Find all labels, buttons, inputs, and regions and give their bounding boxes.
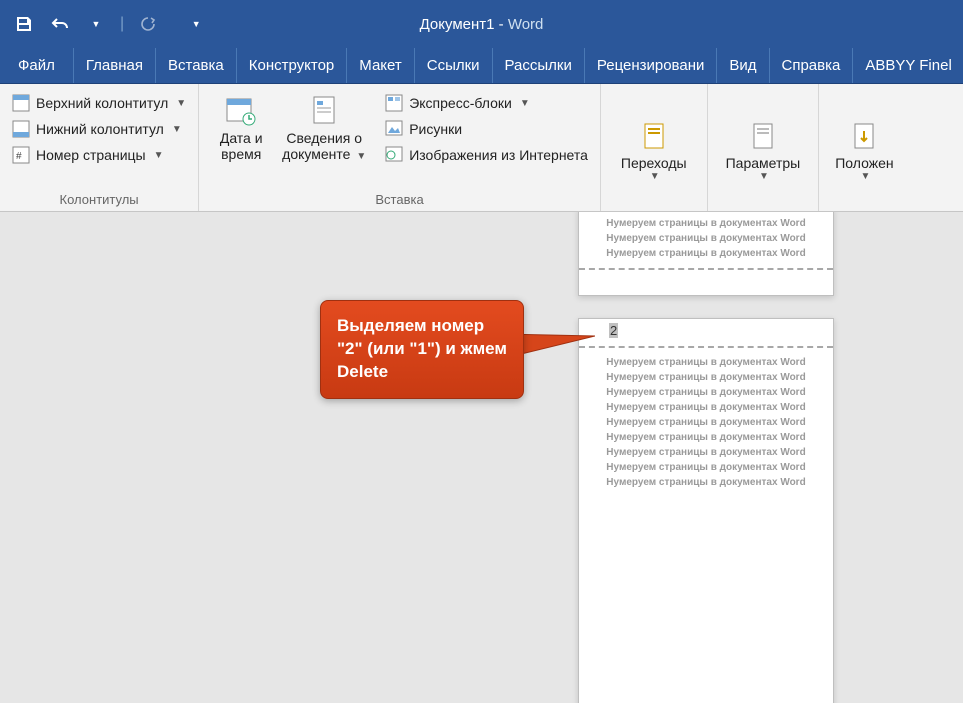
ribbon-group-position: Положен ▼ xyxy=(819,84,909,211)
redo-icon[interactable] xyxy=(136,12,160,36)
titlebar: ▼ | ▼ Документ1 - Word xyxy=(0,0,963,48)
tab-mailings[interactable]: Рассылки xyxy=(493,48,585,83)
options-icon xyxy=(746,119,780,153)
group-label: Колонтитулы xyxy=(8,190,190,211)
callout-text: Выделяем номер "2" (или "1") и жмем Dele… xyxy=(337,316,507,381)
header-icon xyxy=(12,94,30,112)
footer-button[interactable]: Нижний колонтитул ▼ xyxy=(8,118,190,140)
body-text-line: Нумеруем страницы в документах Word xyxy=(599,446,813,459)
calendar-icon xyxy=(224,94,258,128)
selected-page-number: 2 xyxy=(609,323,618,338)
qat-customize-icon[interactable]: ▼ xyxy=(184,12,208,36)
document-page-2: 2 Нумеруем страницы в документах Word Ну… xyxy=(578,318,834,703)
tab-view[interactable]: Вид xyxy=(717,48,769,83)
tab-help[interactable]: Справка xyxy=(770,48,854,83)
options-button[interactable]: Параметры ▼ xyxy=(720,113,807,182)
body-text-line: Нумеруем страницы в документах Word xyxy=(599,476,813,489)
instruction-callout: Выделяем номер "2" (или "1") и жмем Dele… xyxy=(320,300,524,399)
quick-access-toolbar: ▼ | ▼ xyxy=(12,12,208,36)
page-number-field[interactable]: 2 xyxy=(579,319,833,346)
footer-separator xyxy=(579,268,833,270)
tab-abbyy[interactable]: ABBYY Finel xyxy=(853,48,963,83)
tab-layout[interactable]: Макет xyxy=(347,48,414,83)
undo-dropdown-icon[interactable]: ▼ xyxy=(84,12,108,36)
tab-home[interactable]: Главная xyxy=(74,48,156,83)
footer-icon xyxy=(12,120,30,138)
document-info-button[interactable]: Сведения о документе ▼ xyxy=(275,88,373,190)
undo-icon[interactable] xyxy=(48,12,72,36)
document-name: Документ1 xyxy=(420,16,495,33)
tab-insert[interactable]: Вставка xyxy=(156,48,237,83)
ribbon-group-options: Параметры ▼ xyxy=(708,84,820,211)
ribbon: Верхний колонтитул ▼ Нижний колонтитул ▼… xyxy=(0,84,963,212)
page-number-button[interactable]: # Номер страницы ▼ xyxy=(8,144,190,166)
body-text-line: Нумеруем страницы в документах Word xyxy=(599,401,813,414)
position-icon xyxy=(847,119,881,153)
svg-text:#: # xyxy=(16,151,22,162)
caret-down-icon: ▼ xyxy=(172,124,182,135)
online-pictures-button[interactable]: Изображения из Интернета xyxy=(381,144,592,166)
quick-parts-button[interactable]: Экспресс-блоки ▼ xyxy=(381,92,592,114)
date-time-button[interactable]: Дата и время xyxy=(207,88,275,190)
pictures-button[interactable]: Рисунки xyxy=(381,118,592,140)
position-button[interactable]: Положен ▼ xyxy=(829,113,899,182)
navigation-button[interactable]: Переходы ▼ xyxy=(615,113,693,182)
ribbon-tabs: Файл Главная Вставка Конструктор Макет С… xyxy=(0,48,963,84)
caret-down-icon: ▼ xyxy=(520,98,530,109)
tab-references[interactable]: Ссылки xyxy=(415,48,493,83)
quick-parts-icon xyxy=(385,94,403,112)
page-number-icon: # xyxy=(12,146,30,164)
tab-design[interactable]: Конструктор xyxy=(237,48,348,83)
body-text-line: Нумеруем страницы в документах Word xyxy=(599,232,813,245)
ribbon-group-navigation: Переходы ▼ xyxy=(601,84,708,211)
navigation-icon xyxy=(637,119,671,153)
globe-picture-icon xyxy=(385,146,403,164)
body-text-line: Нумеруем страницы в документах Word xyxy=(599,386,813,399)
body-text-line: Нумеруем страницы в документах Word xyxy=(599,416,813,429)
caret-down-icon: ▼ xyxy=(154,150,164,161)
body-text-line: Нумеруем страницы в документах Word xyxy=(599,247,813,260)
ribbon-group-header-footer: Верхний колонтитул ▼ Нижний колонтитул ▼… xyxy=(0,84,199,211)
document-workspace[interactable]: Нумеруем страницы в документах Word Нуме… xyxy=(0,212,963,703)
caret-down-icon: ▼ xyxy=(356,151,366,162)
body-text-line: Нумеруем страницы в документах Word xyxy=(599,356,813,369)
tab-review[interactable]: Рецензировани xyxy=(585,48,717,83)
body-text-line: Нумеруем страницы в документах Word xyxy=(599,217,813,230)
tab-file[interactable]: Файл xyxy=(0,48,74,83)
caret-down-icon: ▼ xyxy=(176,98,186,109)
document-info-icon xyxy=(307,94,341,128)
app-name: Word xyxy=(508,16,544,33)
group-label: Вставка xyxy=(207,190,592,211)
document-page-1: Нумеруем страницы в документах Word Нуме… xyxy=(578,212,834,296)
caret-down-icon: ▼ xyxy=(860,171,870,182)
caret-down-icon: ▼ xyxy=(650,171,660,182)
caret-down-icon: ▼ xyxy=(759,171,769,182)
body-text-line: Нумеруем страницы в документах Word xyxy=(599,461,813,474)
window-title: Документ1 - Word xyxy=(420,16,544,33)
save-icon[interactable] xyxy=(12,12,36,36)
qat-separator: | xyxy=(120,15,124,33)
ribbon-group-insert: Дата и время Сведения о документе ▼ Эксп… xyxy=(199,84,601,211)
header-button[interactable]: Верхний колонтитул ▼ xyxy=(8,92,190,114)
body-text-line: Нумеруем страницы в документах Word xyxy=(599,431,813,444)
picture-icon xyxy=(385,120,403,138)
body-text-line: Нумеруем страницы в документах Word xyxy=(599,371,813,384)
